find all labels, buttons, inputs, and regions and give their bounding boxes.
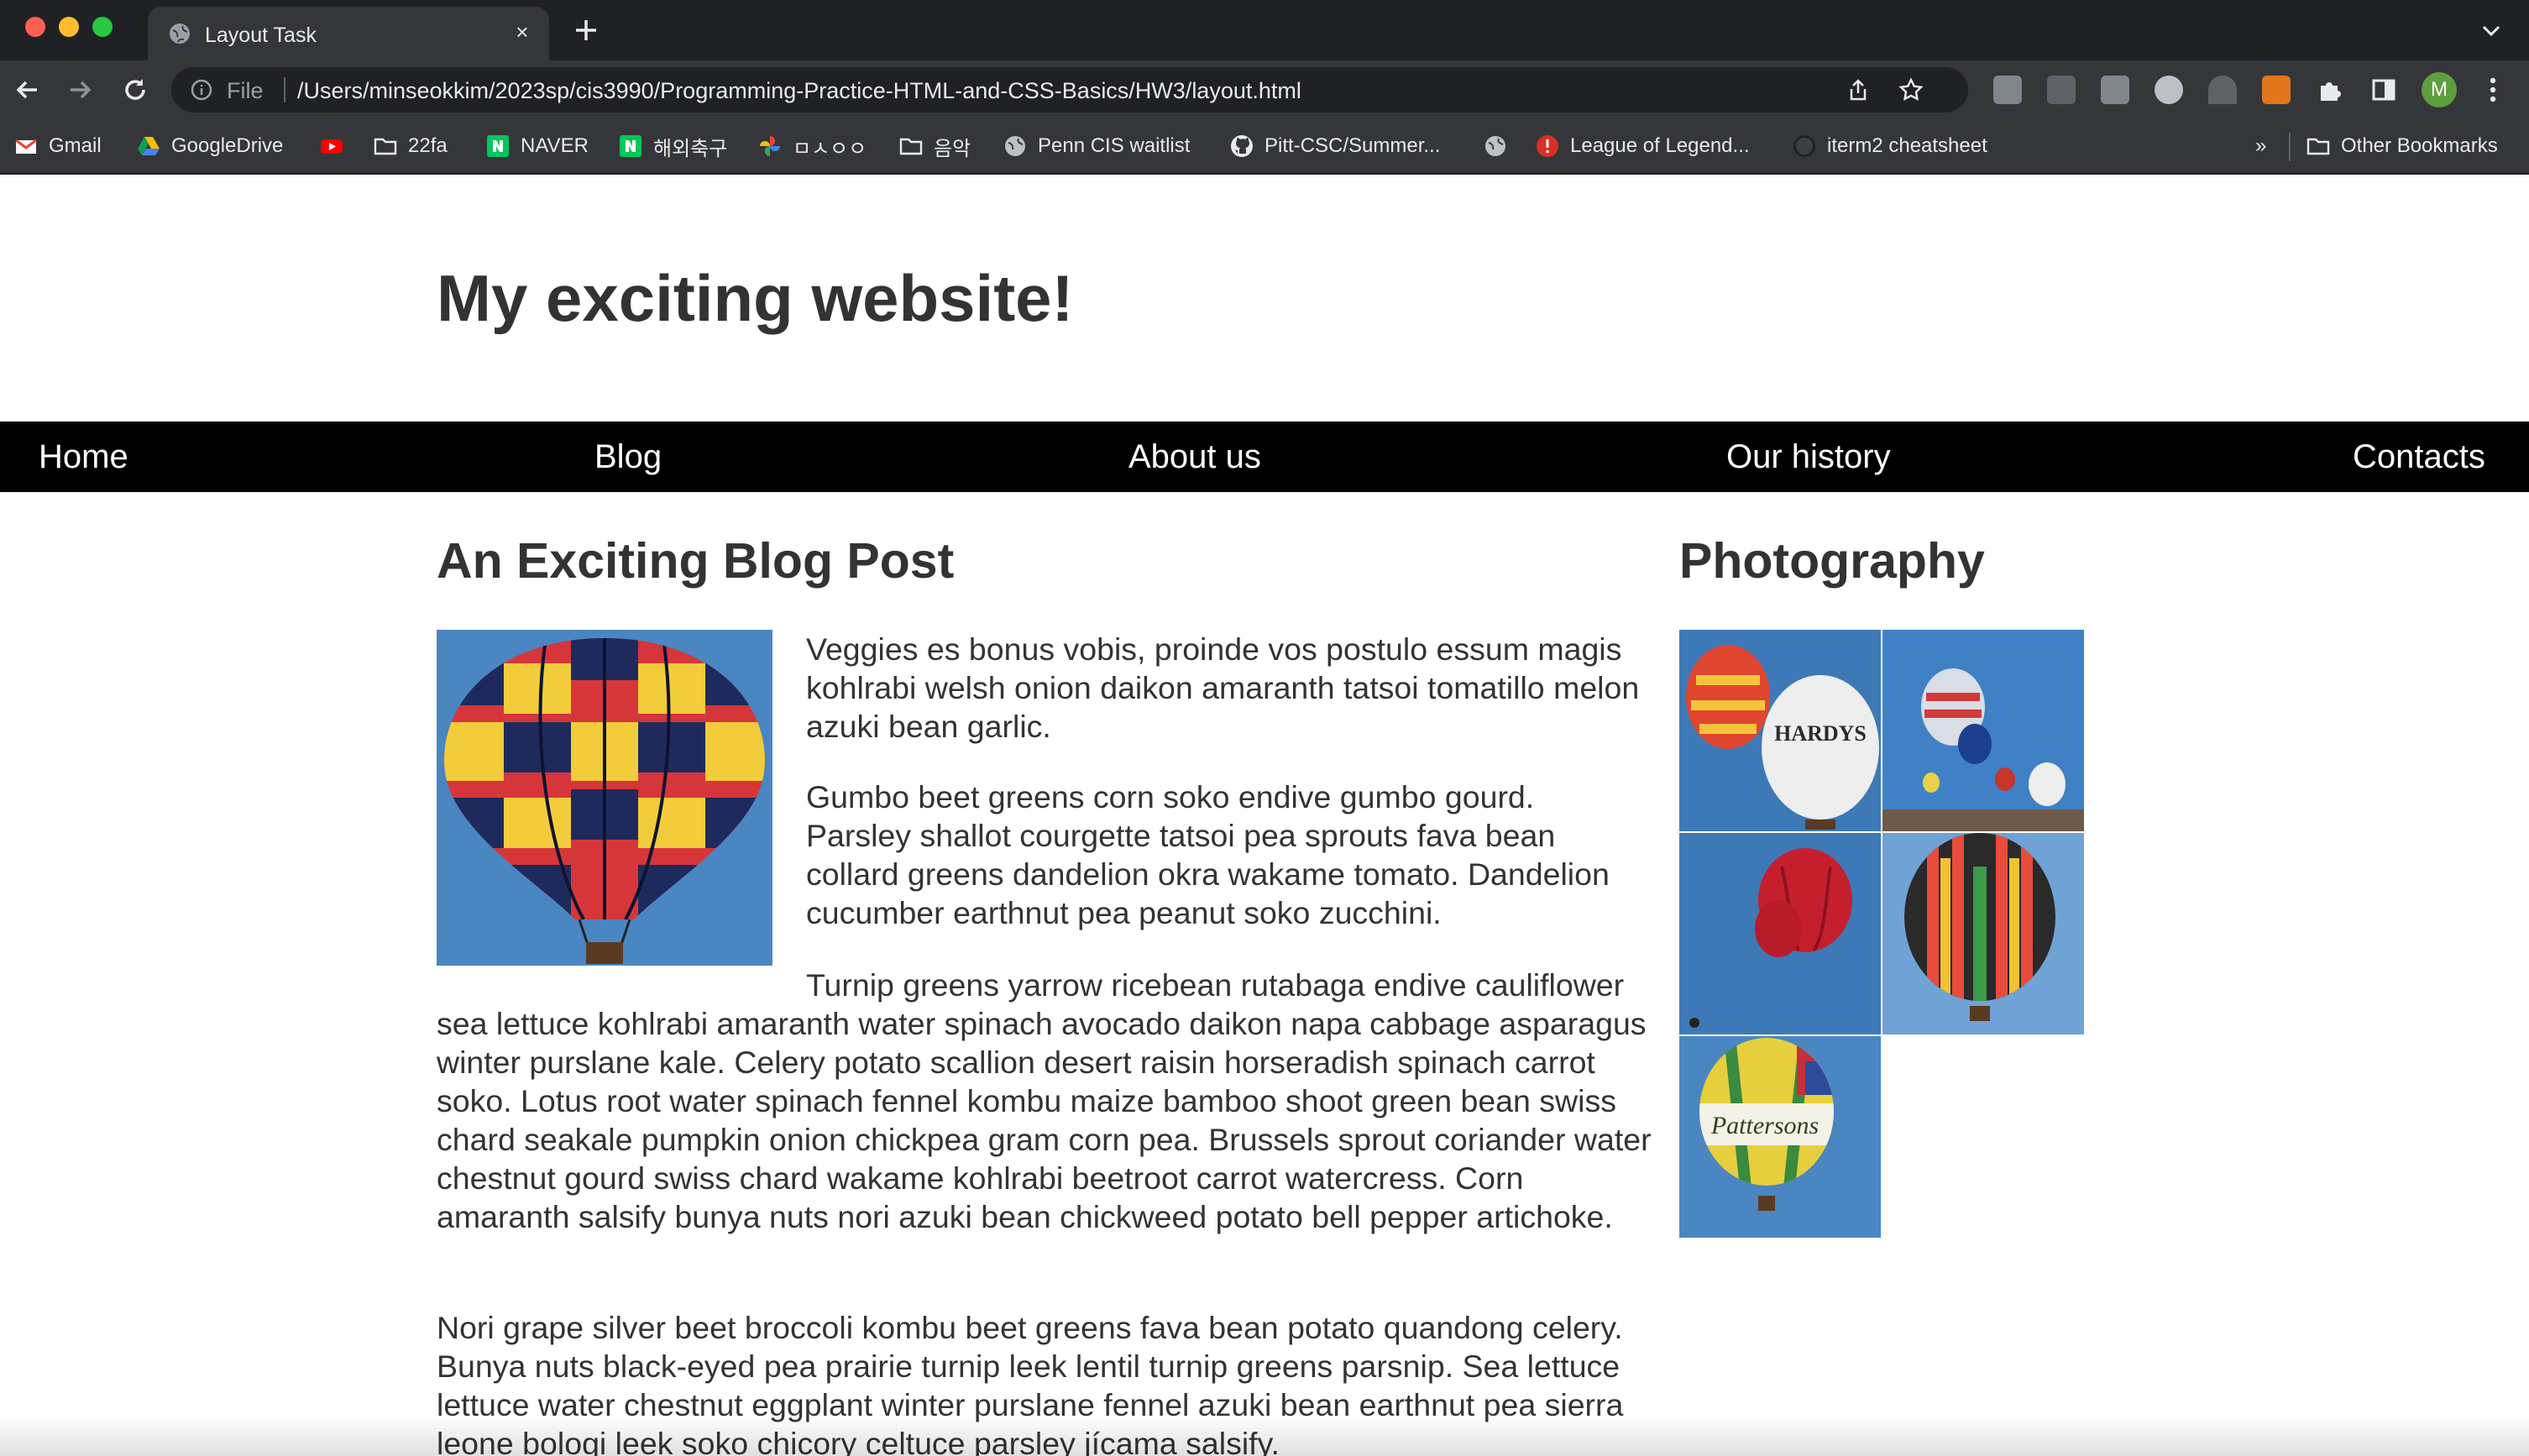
nav-link-home[interactable]: Home [39,438,128,476]
bookmark-label: iterm2 cheatsheet [1827,134,1987,157]
bookmark-pitt-csc[interactable]: Pitt-CSC/Summer... [1229,131,1440,161]
bookmark-label: 음악 [934,137,971,160]
profile-avatar[interactable]: M [2422,72,2457,107]
bookmark-league-of-legends[interactable]: League of Legend... [1535,131,1750,161]
share-icon[interactable] [1846,77,1871,102]
gmail-icon [15,139,37,154]
fullscreen-window-button[interactable] [92,17,113,37]
photo-hardys-balloons: HARDYS [1679,630,1881,831]
side-panel-icon[interactable] [2369,76,2398,104]
balloon-text: Pattersons [1710,1112,1819,1139]
post-paragraph-3: sea lettuce kohlrabi amaranth water spin… [437,1006,1652,1234]
minimize-window-button[interactable] [59,17,79,37]
post-paragraph-3-first-line: Turnip greens yarrow ricebean rutabaga e… [806,967,1625,1003]
photo-red-virgin-balloons [1679,833,1881,1034]
photo-balloon-fiesta [1882,630,2084,831]
post-paragraph-1: Veggies es bonus vobis, proinde vos post… [806,631,1640,744]
bookmark-label: Pitt-CSC/Summer... [1264,134,1441,157]
star-icon[interactable] [1898,76,1924,103]
new-tab-icon[interactable] [571,15,601,45]
nav-link-our-history[interactable]: Our history [1726,438,1891,476]
page-viewport: My exciting website! Home Blog About us … [0,176,2529,1456]
bookmark-overseas-football[interactable]: 해외축구 [618,131,727,161]
folder-icon [2306,138,2330,155]
bookmark-folder-music[interactable]: 음악 [898,131,971,161]
url-scheme: File [227,78,264,103]
photo-pattersons-balloon: Pattersons [1679,1036,1881,1238]
extension-ex-icon[interactable] [1993,76,2022,104]
sidebar-heading: Photography [1679,533,1985,589]
github-icon [1231,135,1253,157]
url-text[interactable]: /Users/minseokkim/2023sp/cis3990/Program… [297,78,1301,104]
bookmark-photos[interactable]: ㅁㅅㅇㅇ [757,131,867,161]
naver-icon [487,135,509,157]
viewport-bottom-shadow [0,1414,2529,1456]
bookmark-iterm2-cheatsheet[interactable]: iterm2 cheatsheet [1792,131,1987,161]
close-window-button[interactable] [25,17,45,37]
naver-icon [620,135,641,157]
bookmark-label: 해외축구 [653,137,728,160]
photo-rainbow-balloon [1882,833,2084,1034]
bookmarks-separator [2289,133,2291,161]
bookmark-label: ㅁㅅㅇㅇ [793,137,867,160]
overflow-chevron-icon: » [2255,134,2267,157]
bookmark-other-bookmarks[interactable]: Other Bookmarks [2306,131,2498,161]
more-menu-icon[interactable] [2480,74,2505,106]
bookmark-globe[interactable] [1483,131,1508,161]
bookmark-googledrive[interactable]: GoogleDrive [136,131,283,161]
bookmark-label: GoogleDrive [171,134,284,157]
folder-icon [374,138,397,155]
metamask-fox-icon[interactable] [2262,76,2291,104]
site-title: My exciting website! [437,261,1074,335]
bookmark-gmail[interactable]: Gmail [13,131,102,161]
address-bar[interactable]: File /Users/minseokkim/2023sp/cis3990/Pr… [171,67,1968,113]
tab-bar: Layout Task × [0,0,2529,60]
globe-icon [1485,136,1505,156]
folder-icon [899,138,923,155]
reload-icon[interactable] [119,74,151,106]
balloon-text: HARDYS [1774,721,1867,746]
extension-circle-icon[interactable] [2155,76,2183,104]
nav-link-about-us[interactable]: About us [1128,438,1261,476]
browser-tab[interactable]: Layout Task × [148,7,549,60]
forward-arrow-icon[interactable] [64,74,96,106]
bookmark-folder-22fa[interactable]: 22fa [373,131,448,161]
back-arrow-icon[interactable] [12,74,44,106]
bookmark-youtube[interactable] [319,131,344,161]
bookmark-label: Penn CIS waitlist [1038,134,1191,157]
post-heading: An Exciting Blog Post [437,533,955,589]
bookmarks-overflow-button[interactable]: » [2255,131,2266,161]
bookmarks-bar: Gmail GoogleDrive 22fa NAVER 해외축구 ㅁㅅㅇㅇ 음… [0,119,2529,175]
info-icon[interactable] [190,78,213,102]
youtube-icon [321,139,343,154]
github-icon [1793,135,1815,157]
bookmark-label: 22fa [408,134,448,157]
globe-icon [170,24,190,44]
bookmark-penn-cis-waitlist[interactable]: Penn CIS waitlist [1003,131,1190,161]
extension-text-icon[interactable] [2101,76,2129,104]
bookmark-label: League of Legend... [1570,134,1750,157]
bookmark-label: Gmail [49,134,102,157]
google-photos-icon [760,136,780,156]
bookmark-naver[interactable]: NAVER [485,131,589,161]
tab-title: Layout Task [205,24,317,47]
nav-link-blog[interactable]: Blog [594,438,662,476]
globe-icon [1005,136,1025,156]
alert-icon [1537,135,1558,157]
extension-screen-icon[interactable] [2047,76,2076,104]
chevron-down-icon[interactable] [2479,18,2504,44]
tab-close-icon[interactable]: × [509,18,536,45]
extension-rainbow-icon[interactable] [2208,76,2237,104]
google-drive-icon [138,137,160,155]
nav-link-contacts[interactable]: Contacts [2353,438,2485,476]
site-nav: Home Blog About us Our history Contacts [0,422,2529,492]
post-paragraph-2: Gumbo beet greens corn soko endive gumbo… [806,779,1610,930]
puzzle-icon[interactable] [2316,76,2344,104]
bookmark-label: NAVER [521,134,589,157]
bookmark-label: Other Bookmarks [2341,134,2498,157]
hot-air-balloon-image [437,630,772,966]
browser-toolbar: File /Users/minseokkim/2023sp/cis3990/Pr… [0,60,2529,119]
url-separator [284,77,285,102]
